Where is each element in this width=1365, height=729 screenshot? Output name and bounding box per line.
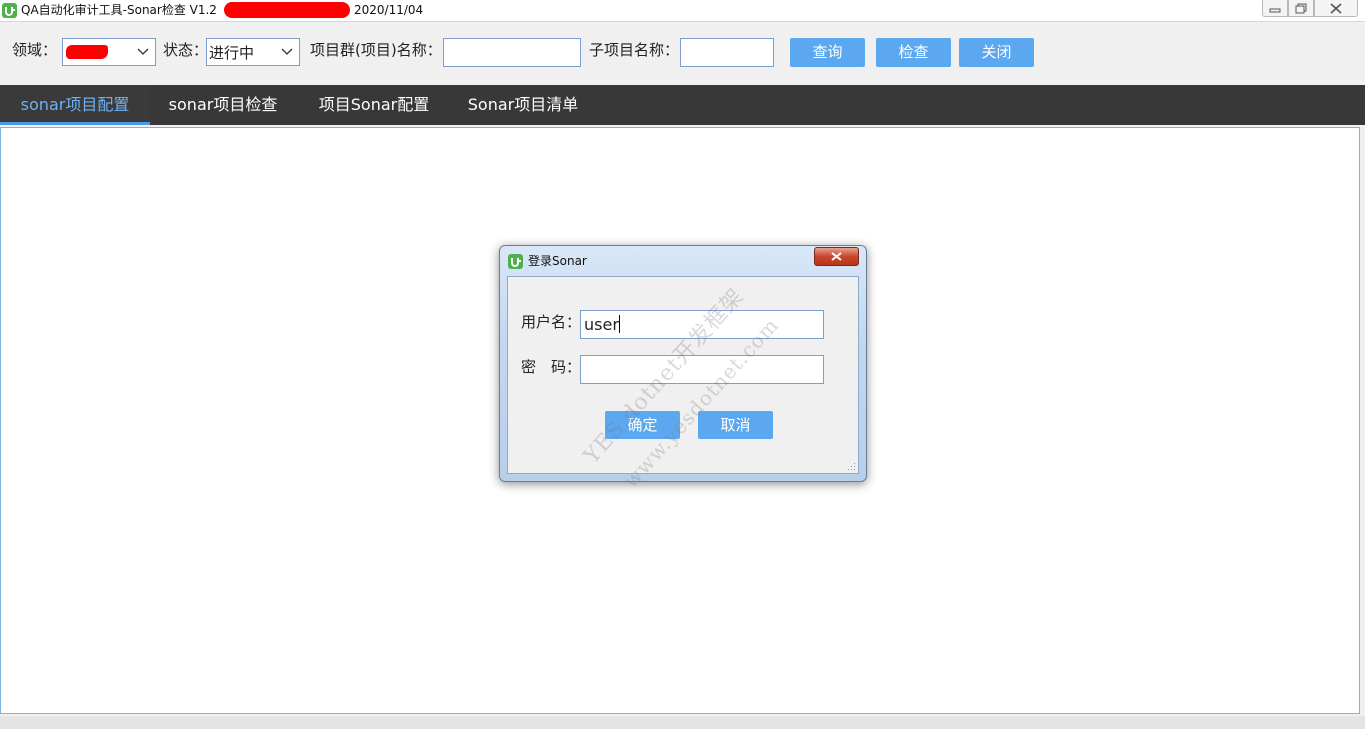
domain-label: 领域： — [12, 41, 58, 59]
dialog-title: 登录Sonar — [528, 254, 587, 268]
app-logo-icon — [2, 3, 17, 18]
login-dialog: 登录Sonar 用户名： user 密 码： 确定 取消 — [499, 245, 867, 482]
title-bar: QA自动化审计工具-Sonar检查 V1.2 2020/11/04 — [0, 0, 1365, 22]
close-icon — [1330, 3, 1342, 14]
restore-icon — [1295, 3, 1307, 14]
dialog-close-button[interactable] — [814, 247, 859, 266]
check-button[interactable]: 检查 — [876, 38, 951, 67]
tab-sonar-project-config[interactable]: sonar项目配置 — [0, 85, 150, 125]
sub-project-label: 子项目名称： — [589, 41, 680, 59]
chevron-down-icon — [137, 48, 149, 55]
ok-button[interactable]: 确定 — [605, 411, 680, 439]
status-label: 状态： — [163, 41, 209, 59]
toolbar: 领域： 状态： 进行中 项目群(项目)名称： 子项目名称： 查询 检查 关闭 — [0, 22, 1365, 84]
sub-project-input[interactable] — [680, 38, 774, 67]
chevron-down-icon — [281, 48, 293, 55]
window-close-button[interactable] — [1314, 0, 1358, 17]
dialog-body: 用户名： user 密 码： 确定 取消 — [507, 276, 859, 474]
cancel-button[interactable]: 取消 — [698, 411, 773, 439]
window-title-date: 2020/11/04 — [354, 3, 424, 17]
minimize-button[interactable] — [1262, 0, 1288, 17]
domain-select[interactable] — [62, 38, 156, 66]
username-label: 用户名： — [521, 313, 582, 331]
text-caret — [618, 315, 620, 333]
resize-grip-icon[interactable] — [847, 462, 856, 471]
dialog-app-icon — [508, 254, 523, 269]
minimize-icon — [1269, 8, 1281, 13]
status-select-value: 进行中 — [209, 44, 255, 62]
status-strip — [0, 716, 1365, 729]
window-title: QA自动化审计工具-Sonar检查 V1.2 — [21, 3, 217, 17]
tab-sonar-project-check[interactable]: sonar项目检查 — [150, 85, 296, 125]
tab-bar: sonar项目配置 sonar项目检查 项目Sonar配置 Sonar项目清单 — [0, 85, 1365, 125]
query-button[interactable]: 查询 — [790, 38, 865, 67]
redacted-title-segment — [224, 2, 350, 18]
tab-sonar-project-list[interactable]: Sonar项目清单 — [452, 85, 594, 125]
status-select[interactable]: 进行中 — [206, 38, 300, 66]
username-input[interactable]: user — [580, 310, 824, 339]
username-value: user — [584, 315, 619, 334]
tab-project-sonar-config[interactable]: 项目Sonar配置 — [300, 85, 448, 125]
close-button[interactable]: 关闭 — [959, 38, 1034, 67]
close-icon — [831, 252, 842, 261]
password-label: 密 码： — [521, 358, 582, 376]
redacted-domain-value — [66, 45, 108, 59]
restore-button[interactable] — [1288, 0, 1314, 17]
password-input[interactable] — [580, 355, 824, 384]
group-name-label: 项目群(项目)名称： — [310, 41, 442, 59]
group-name-input[interactable] — [443, 38, 581, 67]
